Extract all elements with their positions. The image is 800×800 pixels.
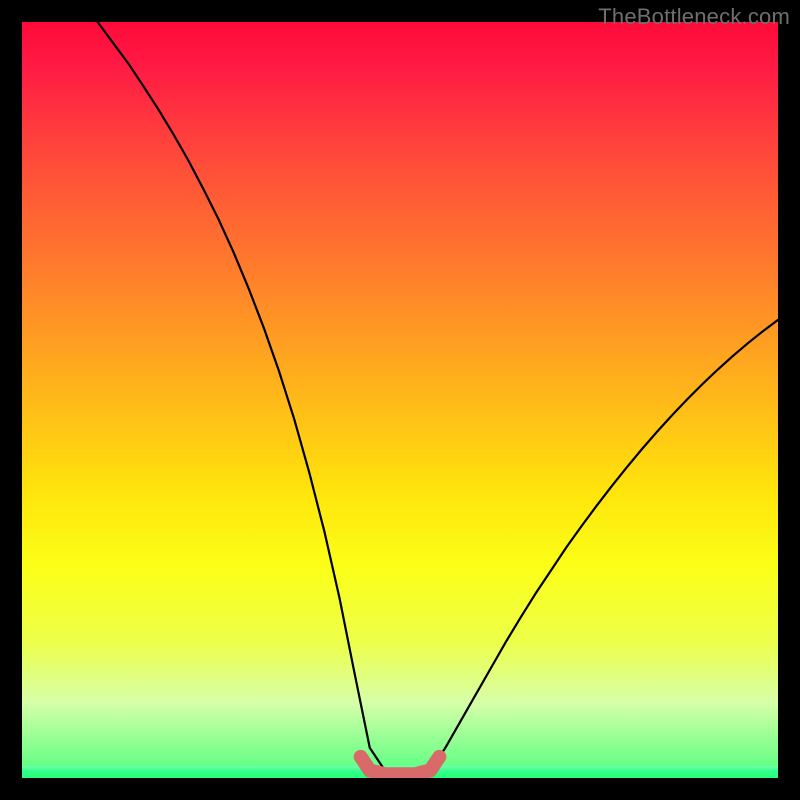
- plot-area: [22, 22, 778, 778]
- chart-frame: TheBottleneck.com: [0, 0, 800, 800]
- optimal-marker: [22, 22, 778, 778]
- watermark-text: TheBottleneck.com: [598, 4, 790, 30]
